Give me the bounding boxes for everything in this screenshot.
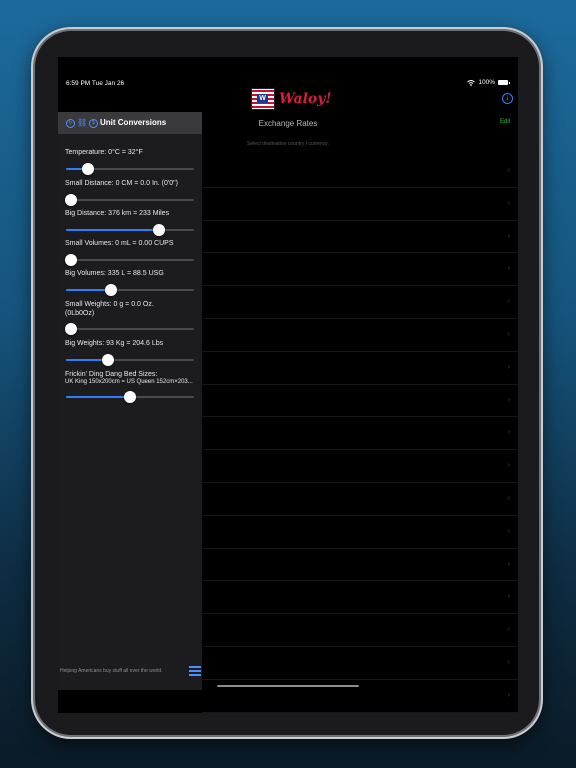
chevron-right-icon: › [507,460,510,470]
small-volumes-label: Small Volumes: 0 mL = 0.00 CUPS [65,240,174,247]
chevron-right-icon: › [507,624,510,634]
chevron-right-icon: › [507,591,510,601]
chevron-right-icon: › [507,165,510,174]
chevron-right-icon: › [507,197,510,207]
battery-icon [498,80,510,85]
chevron-right-icon: › [507,296,510,306]
big-volumes-label: Big Volumes: 335 L = 88.5 USG [65,270,164,277]
list-item[interactable]: › [202,614,518,647]
sidebar-title: Unit Conversions [100,118,167,127]
edit-button[interactable]: Edit [500,119,510,125]
chevron-right-icon: › [507,361,510,371]
chevron-right-icon: › [507,230,510,240]
list-item[interactable]: › [202,253,518,287]
small-weights-label: Small Weights: 0 g = 0.0 Oz. [65,301,154,308]
bed-sizes-slider[interactable] [66,391,194,403]
dollar-icon[interactable]: $ [89,119,98,128]
temperature-label: Temperature: 0°C = 32°F [65,149,143,156]
app-logo: W Waloy! [251,88,332,110]
list-item[interactable]: › [202,549,518,582]
big-weights-label: Big Weights: 93 Kg = 204.6 Lbs [65,340,164,347]
list-item[interactable]: › [202,450,518,483]
chevron-right-icon: › [507,263,510,273]
chevron-right-icon: › [507,427,510,437]
list-item[interactable]: › [202,188,518,221]
list-item[interactable]: › [202,516,518,549]
flag-letter: W [257,94,268,103]
chevron-right-icon: › [507,656,510,666]
chevron-right-icon: › [507,558,510,568]
list-item[interactable]: › [202,385,518,418]
list-item[interactable]: › [202,647,518,680]
list-item[interactable]: › [202,483,518,516]
home-indicator[interactable] [217,685,359,687]
status-right: 100% [467,79,510,86]
app-name: Waloy! [279,91,332,107]
chevron-right-icon: › [507,394,510,404]
link-icon[interactable]: ⛓ [77,119,87,127]
status-time: 6:59 PM Tue Jan 26 [66,80,125,87]
list-item[interactable]: › [202,352,518,385]
settings-sliders-icon[interactable] [189,665,201,677]
bed-sizes-value: UK King 150x200cm = US Queen 152cm×203..… [65,379,193,385]
small-volumes-slider[interactable] [65,254,194,266]
chevron-right-icon: › [507,492,510,502]
currency-list: › › › › › › › › › › › › › › › › › [202,155,518,713]
chevron-right-icon: › [507,525,510,535]
list-item[interactable]: › [202,286,518,319]
status-bar: 6:59 PM Tue Jan 26 100% [58,57,518,87]
sidebar-header: ↻ ⛓ $ Unit Conversions [58,112,202,134]
big-distance-slider[interactable] [66,224,194,236]
list-item[interactable]: › [202,417,518,451]
chevron-right-icon: › [507,689,510,699]
small-weights-slider[interactable] [65,323,194,335]
page-title: Exchange Rates [258,119,318,128]
bed-sizes-label: Frickin' Ding Dang Bed Sizes: [65,371,158,378]
list-item[interactable]: › [202,319,518,352]
info-icon[interactable]: i [502,93,513,104]
app-screen: 6:59 PM Tue Jan 26 100% W Waloy! i ↻ ⛓ $ [58,57,518,713]
small-distance-label: Small Distance: 0 CM = 0.0 In. (0'0") [65,180,178,187]
list-item[interactable]: › [202,155,518,188]
unit-conversions-sidebar: ↻ ⛓ $ Unit Conversions Temperature: 0°C … [58,112,202,690]
big-volumes-slider[interactable] [66,284,194,296]
destination-hint: Select destination country / currency: [247,141,329,147]
temperature-slider[interactable] [66,163,194,175]
refresh-icon[interactable]: ↻ [66,119,75,128]
sidebar-footer: Helping Americans buy stuff all over the… [60,668,163,674]
wifi-icon [467,79,476,86]
flag-icon: W [251,88,275,110]
big-weights-slider[interactable] [66,354,194,366]
list-item[interactable]: › [202,221,518,254]
list-item[interactable]: › [202,581,518,615]
chevron-right-icon: › [507,328,510,338]
big-distance-label: Big Distance: 376 km = 233 Miles [65,210,170,217]
small-distance-slider[interactable] [65,194,194,206]
small-weights-label-extra: (0Lb0Oz) [65,310,95,317]
battery-percent: 100% [478,79,495,86]
